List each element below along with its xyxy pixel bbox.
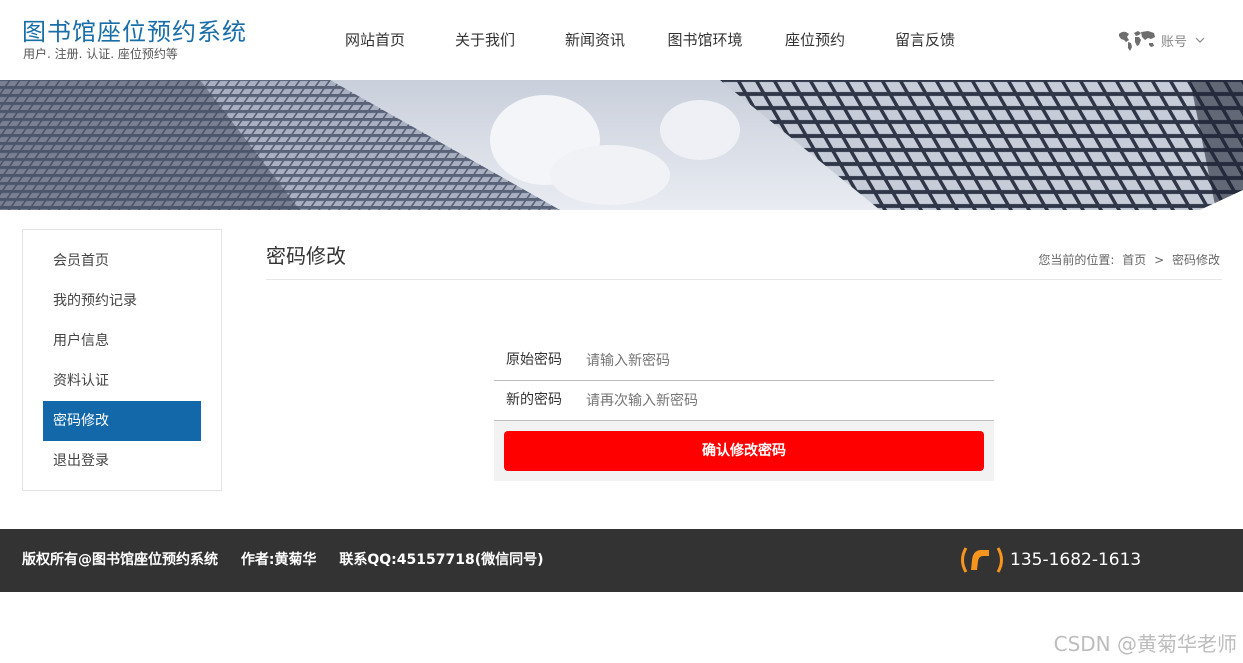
sidebar-item-member-home[interactable]: 会员首页 — [43, 241, 201, 281]
change-password-form: 原始密码 新的密码 确认修改密码 — [494, 340, 994, 481]
site-subtitle: 用户. 注册. 认证. 座位预约等 — [23, 47, 178, 61]
new-password-input[interactable] — [584, 388, 968, 414]
site-header: 图书馆座位预约系统 用户. 注册. 认证. 座位预约等 网站首页 关于我们 新闻… — [0, 0, 1243, 80]
page-title: 密码修改 — [266, 244, 346, 268]
footer-phone: 135-1682-1613 — [958, 545, 1141, 575]
banner-image — [0, 80, 1243, 210]
site-title[interactable]: 图书馆座位预约系统 — [22, 12, 247, 47]
sidebar-item-change-password[interactable]: 密码修改 — [43, 401, 201, 441]
watermark: CSDN @黄菊华老师 — [1053, 632, 1237, 656]
old-password-row: 原始密码 — [494, 340, 994, 381]
nav-item-feedback[interactable]: 留言反馈 — [870, 0, 980, 80]
old-password-input[interactable] — [584, 348, 968, 374]
breadcrumb: 您当前的位置: 首页 > 密码修改 — [1036, 251, 1222, 268]
world-map-icon — [1118, 31, 1155, 51]
chevron-down-icon — [1195, 37, 1205, 43]
title-divider — [266, 279, 1222, 280]
account-label: 账号 — [1160, 34, 1187, 50]
site-footer: 版权所有@图书馆座位预约系统 作者:黄菊华 联系QQ:45157718(微信同号… — [0, 529, 1243, 592]
nav-item-about[interactable]: 关于我们 — [430, 0, 540, 80]
member-sidebar: 会员首页 我的预约记录 用户信息 资料认证 密码修改 退出登录 — [22, 229, 222, 491]
breadcrumb-current: 密码修改 — [1171, 253, 1220, 267]
breadcrumb-prefix: 您当前的位置: — [1038, 253, 1115, 267]
nav-item-environment[interactable]: 图书馆环境 — [650, 0, 760, 80]
old-password-label: 原始密码 — [506, 352, 562, 368]
nav-item-home[interactable]: 网站首页 — [320, 0, 430, 80]
phone-icon — [961, 547, 1003, 573]
main-nav: 网站首页 关于我们 新闻资讯 图书馆环境 座位预约 留言反馈 — [320, 0, 980, 80]
footer-info: 版权所有@图书馆座位预约系统 作者:黄菊华 联系QQ:45157718(微信同号… — [22, 529, 562, 592]
skyscraper-banner-graphic — [0, 80, 1243, 210]
footer-copyright: 版权所有@图书馆座位预约系统 — [22, 552, 218, 568]
breadcrumb-home-link[interactable]: 首页 — [1122, 253, 1146, 267]
breadcrumb-separator: > — [1154, 253, 1165, 267]
nav-item-seat-booking[interactable]: 座位预约 — [760, 0, 870, 80]
sidebar-item-booking-records[interactable]: 我的预约记录 — [43, 281, 201, 321]
sidebar-item-user-info[interactable]: 用户信息 — [43, 321, 201, 361]
account-menu[interactable]: 账号 — [1117, 28, 1205, 52]
footer-author: 作者:黄菊华 — [240, 552, 317, 568]
footer-contact: 联系QQ:45157718(微信同号) — [339, 552, 544, 568]
nav-item-news[interactable]: 新闻资讯 — [540, 0, 650, 80]
confirm-change-password-button[interactable]: 确认修改密码 — [504, 431, 984, 471]
sidebar-item-verification[interactable]: 资料认证 — [43, 361, 201, 401]
new-password-row: 新的密码 — [494, 380, 994, 421]
sidebar-item-logout[interactable]: 退出登录 — [43, 441, 201, 481]
new-password-label: 新的密码 — [506, 392, 562, 408]
submit-area: 确认修改密码 — [494, 421, 994, 481]
footer-phone-number: 135-1682-1613 — [1010, 550, 1142, 570]
